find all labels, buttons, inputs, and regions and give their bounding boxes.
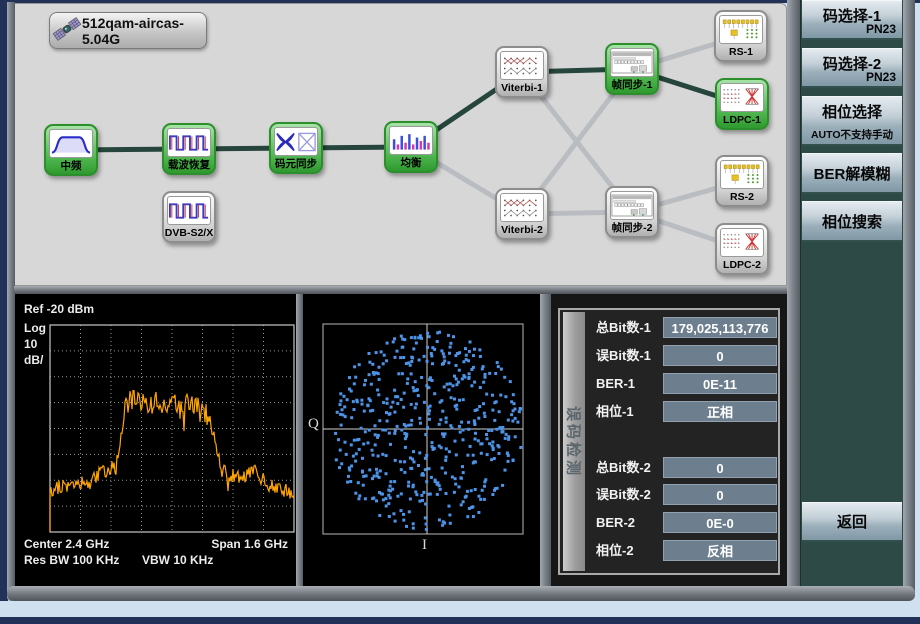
ber-row-value: 0E-0	[663, 512, 777, 533]
flow-block-fs1[interactable]: 帧同步-1	[605, 43, 659, 95]
frame-bar-divider-1	[296, 294, 303, 586]
back-button[interactable]: 返回	[802, 502, 902, 542]
constellation-dots	[334, 331, 522, 531]
flow-block-dvb[interactable]: DVB-S2/X	[162, 191, 216, 243]
ber-row-label: 相位-1	[596, 401, 634, 423]
flow-block-label: LDPC-1	[717, 112, 767, 129]
sidebar: 码选择-1PN23 码选择-2PN23 相位选择 AUTO不支持手动 BER解模糊相位搜…	[800, 0, 903, 586]
ber-row-value: 正相	[663, 401, 777, 422]
back-button-label: 返回	[837, 511, 867, 532]
frame-bar-bottom	[7, 586, 915, 601]
flow-block-label: DVB-S2/X	[164, 225, 214, 242]
sidebar-button-3[interactable]: 相位选择 AUTO不支持手动	[802, 96, 902, 146]
rs-icon	[720, 160, 764, 189]
constellation-panel: Q I	[303, 294, 540, 586]
flow-block-symbol[interactable]: 码元同步	[269, 122, 323, 174]
flow-diagram-panel: 512qam-aircas-5.04G 中频 载波恢复 码元同步 均衡 DVB-S2/X…	[14, 3, 787, 286]
flow-block-label: 码元同步	[271, 156, 321, 173]
flow-block-label: 载波恢复	[164, 157, 214, 174]
ber-row-value: 0	[663, 345, 777, 366]
satellite-icon	[48, 15, 84, 46]
ber-row-label: 总Bit数-2	[596, 457, 651, 479]
ber-row-value: 0	[663, 484, 777, 505]
ber-row-value: 反相	[663, 540, 777, 561]
center-freq-label: Center 2.4 GHz	[24, 537, 109, 551]
flow-block-fs2[interactable]: 帧同步-2	[605, 186, 659, 238]
ldpc-icon	[720, 228, 764, 257]
squarewave-icon	[167, 128, 211, 157]
ber-row-label: 误Bit数-2	[596, 484, 651, 506]
spectrum-panel: Ref -20 dBm Log 10 dB/ Center 2.4 GHz Sp…	[14, 294, 296, 586]
bars-icon	[389, 126, 433, 155]
flow-block-if[interactable]: 中频	[44, 124, 98, 176]
vbw-label: VBW 10 KHz	[142, 553, 213, 567]
error-detection-panel: 误码检测 总Bit数-1 179,025,113,776 误Bit数-1 0 BER-1…	[551, 294, 787, 586]
sidebar-button-label: BER解模糊	[814, 163, 891, 184]
flow-block-label: 中频	[46, 158, 96, 175]
sidebar-button-1[interactable]: 码选择-1PN23	[802, 0, 902, 40]
flow-block-label: Viterbi-1	[497, 80, 547, 97]
frame-bar-right	[903, 0, 915, 601]
rs-icon	[719, 15, 763, 44]
error-detection-strip: 误码检测	[563, 312, 585, 571]
flow-block-rs2[interactable]: RS-2	[715, 155, 769, 207]
flow-block-label: LDPC-2	[717, 257, 767, 274]
demodulator-app: 512qam-aircas-5.04G 中频 载波恢复 码元同步 均衡 DVB-S2/X…	[0, 0, 920, 624]
frame-bar-left	[7, 2, 15, 601]
frame-icon	[610, 191, 654, 220]
flow-block-rs1[interactable]: RS-1	[714, 10, 768, 62]
ldpc-icon	[720, 83, 764, 112]
sidebar-button-sublabel: PN23	[866, 22, 896, 36]
sidebar-button-label: 相位选择	[802, 101, 902, 122]
span-label: Span 1.6 GHz	[211, 537, 288, 551]
flow-block-carrier[interactable]: 载波恢复	[162, 123, 216, 175]
ber-row-label: 相位-2	[596, 540, 634, 562]
flow-block-label: RS-2	[717, 189, 767, 206]
flow-block-label: RS-1	[716, 44, 766, 61]
trellis-icon	[500, 51, 544, 80]
frame-bar-divider-3	[787, 0, 800, 601]
constellation-plot	[303, 294, 540, 586]
flow-block-vit2[interactable]: Viterbi-2	[495, 188, 549, 240]
error-detection-vertical-label: 误码检测	[564, 405, 585, 477]
frame-bar-middle	[14, 286, 787, 294]
flow-block-label: 帧同步-1	[607, 77, 657, 94]
flow-block-eq[interactable]: 均衡	[384, 121, 438, 173]
source-label: 512qam-aircas-5.04G	[82, 15, 206, 47]
eye-icon	[274, 127, 318, 156]
source-button[interactable]: 512qam-aircas-5.04G	[49, 12, 207, 49]
ber-row-value: 179,025,113,776	[663, 317, 777, 338]
flow-block-label: Viterbi-2	[497, 222, 547, 239]
flow-block-ldpc2[interactable]: LDPC-2	[715, 223, 769, 275]
rbw-label: Res BW 100 KHz	[24, 553, 119, 567]
squarewave-icon	[167, 196, 211, 225]
ber-row-label: BER-2	[596, 512, 635, 534]
ber-row-value: 0E-11	[663, 373, 777, 394]
ber-row-label: 误Bit数-1	[596, 345, 651, 367]
flow-block-vit1[interactable]: Viterbi-1	[495, 46, 549, 98]
sidebar-button-2[interactable]: 码选择-2PN23	[802, 48, 902, 88]
ber-row-label: 总Bit数-1	[596, 317, 651, 339]
flow-block-label: 均衡	[386, 155, 436, 172]
sidebar-button-sublabel: PN23	[866, 70, 896, 84]
ber-row-label: BER-1	[596, 373, 635, 395]
sidebar-button-sublabel: AUTO不支持手动	[802, 127, 902, 142]
sidebar-button-4[interactable]: BER解模糊	[802, 153, 902, 194]
bottom-border	[0, 617, 920, 624]
sidebar-button-label: 相位搜索	[822, 211, 882, 232]
spectrum-icon	[49, 129, 93, 158]
trellis-icon	[500, 193, 544, 222]
frame-icon	[610, 48, 654, 77]
flow-block-label: 帧同步-2	[607, 220, 657, 237]
frame-bar-divider-2	[540, 294, 551, 586]
ber-row-value: 0	[663, 457, 777, 478]
flow-block-ldpc1[interactable]: LDPC-1	[715, 78, 769, 130]
sidebar-button-5[interactable]: 相位搜索	[802, 201, 902, 242]
